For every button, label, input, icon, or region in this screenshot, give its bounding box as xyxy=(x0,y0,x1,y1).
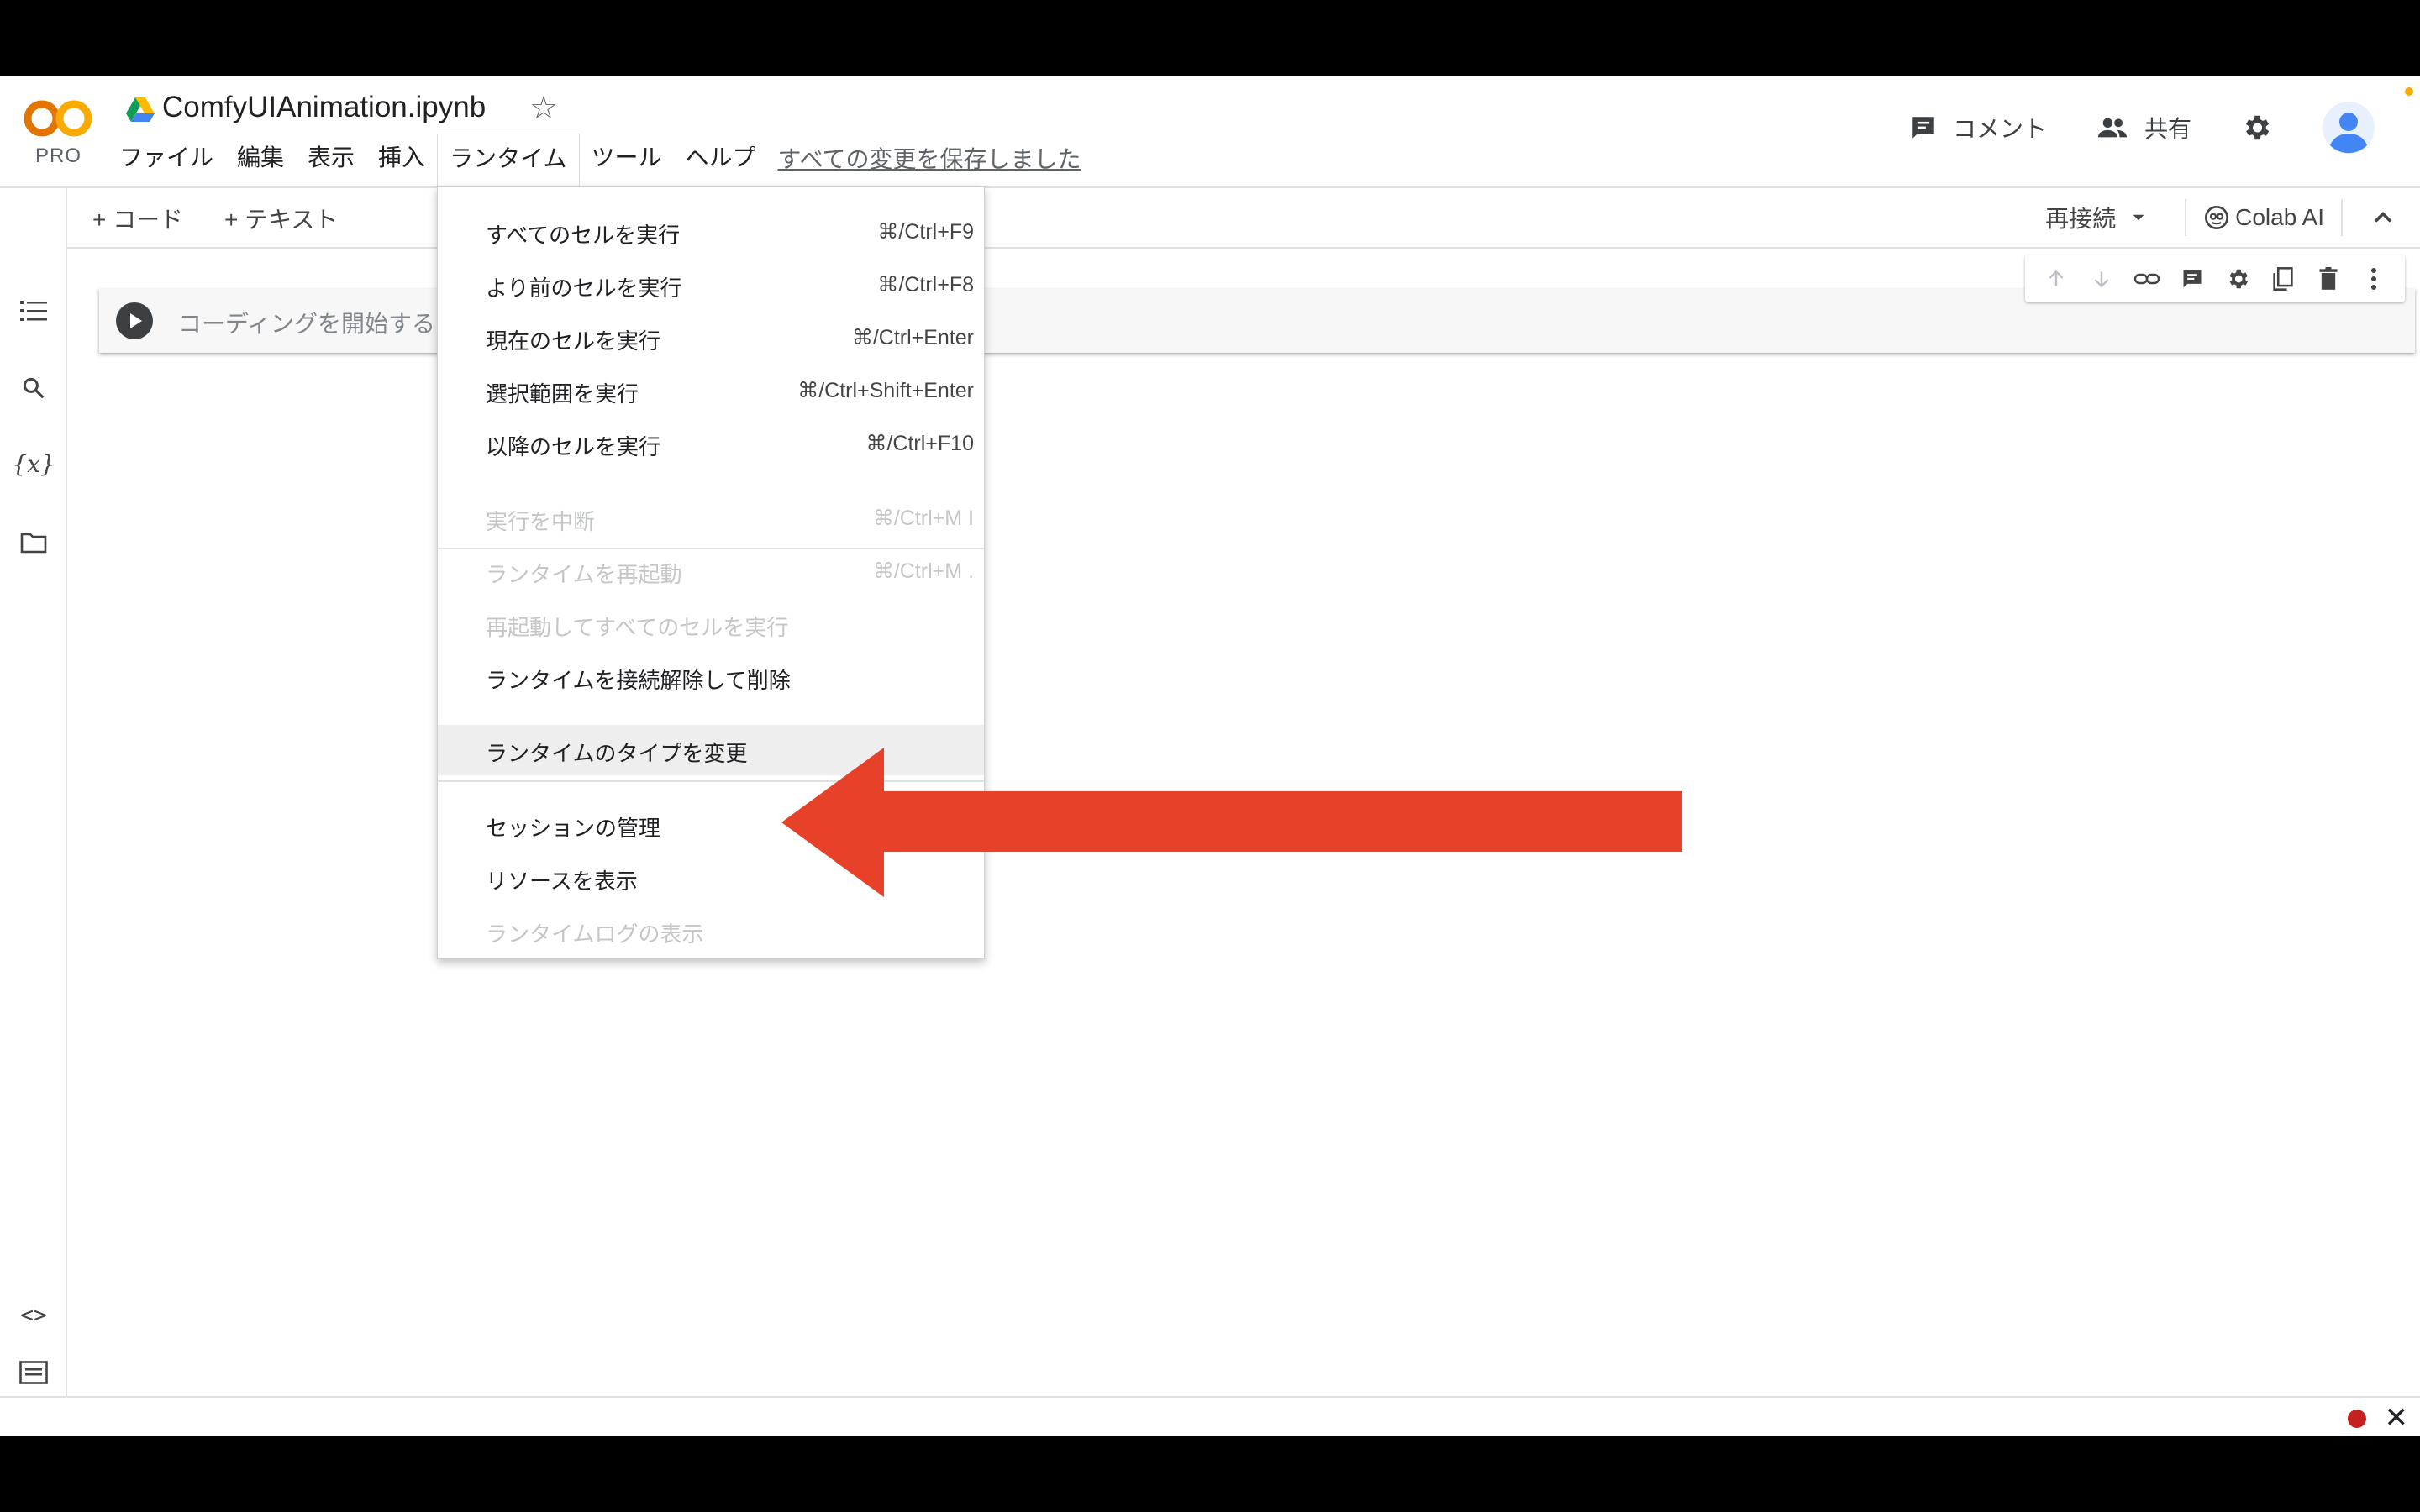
bottom-status-bar: ✕ xyxy=(0,1396,2420,1436)
menu-view[interactable]: 表示 xyxy=(296,136,366,180)
menu-item-label: 再起動してすべてのセルを実行 xyxy=(486,615,789,640)
toolbar-divider xyxy=(2185,199,2187,236)
menu-runtime[interactable]: ランタイム xyxy=(437,133,580,186)
code-snippets-icon[interactable]: <> xyxy=(17,1299,50,1332)
menubar: ファイル 編集 表示 挿入 ランタイム ツール ヘルプ すべての変更を保存しまし… xyxy=(108,133,1081,186)
annotation-arrow-icon xyxy=(781,748,1682,897)
menu-insert[interactable]: 挿入 xyxy=(366,136,437,180)
more-vert-icon[interactable] xyxy=(2351,262,2396,296)
run-cell-button[interactable] xyxy=(116,302,153,339)
menu-item-label: セッションの管理 xyxy=(486,816,661,841)
play-icon xyxy=(130,313,142,328)
menu-file[interactable]: ファイル xyxy=(108,136,225,180)
colab-window: PRO ComfyUIAnimation.ipynb ☆ ファイル 編集 表示 … xyxy=(0,76,2420,1436)
settings-button[interactable] xyxy=(2240,112,2287,144)
link-icon[interactable] xyxy=(2124,262,2170,296)
menu-item-shortcut: ⌘/Ctrl+F8 xyxy=(877,273,974,297)
menu-item-label: ランタイムを再起動 xyxy=(486,562,682,587)
menu-item-label: 以降のセルを実行 xyxy=(486,434,661,459)
folder-icon[interactable] xyxy=(17,526,50,559)
menu-item-label: 実行を中断 xyxy=(486,509,596,534)
google-drive-icon[interactable] xyxy=(126,97,155,123)
close-icon[interactable]: ✕ xyxy=(2385,1401,2409,1435)
menu-tools[interactable]: ツール xyxy=(580,136,674,180)
table-of-contents-icon[interactable] xyxy=(17,294,50,328)
move-down-icon[interactable] xyxy=(2079,262,2124,296)
colab-ai-button[interactable]: Colab AI xyxy=(2203,204,2324,231)
pro-badge: PRO xyxy=(35,144,82,167)
chevron-up-icon[interactable] xyxy=(2368,202,2398,233)
menu-item-label: ランタイムログの表示 xyxy=(486,921,704,947)
delete-icon[interactable] xyxy=(2306,262,2351,296)
cell-settings-icon[interactable] xyxy=(2215,262,2260,296)
menu-item-run-current[interactable]: 現在のセルを実行 ⌘/Ctrl+Enter xyxy=(438,312,984,363)
add-code-button[interactable]: + コード xyxy=(92,202,183,235)
header-actions: コメント 共有 xyxy=(1909,102,2420,154)
menu-item-restart[interactable]: ランタイムを再起動 ⌘/Ctrl+M . xyxy=(438,546,984,596)
menu-item-label: より前のセルを実行 xyxy=(486,276,682,301)
menu-item-run-all[interactable]: すべてのセルを実行 ⌘/Ctrl+F9 xyxy=(438,207,984,257)
comment-icon xyxy=(1912,117,1934,139)
save-status-link[interactable]: すべての変更を保存しました xyxy=(778,141,1081,175)
mirror-cell-icon[interactable] xyxy=(2260,262,2306,296)
menu-item-shortcut: ⌘/Ctrl+M I xyxy=(872,507,974,530)
menu-item-view-runtime-logs[interactable]: ランタイムログの表示 xyxy=(438,906,984,956)
menu-item-run-after[interactable]: 以降のセルを実行 ⌘/Ctrl+F10 xyxy=(438,418,984,469)
menu-item-shortcut: ⌘/Ctrl+Enter xyxy=(851,326,974,349)
menu-item-restart-run-all[interactable]: 再起動してすべてのセルを実行 xyxy=(438,599,984,649)
left-sidebar: {x} <> xyxy=(0,188,67,1436)
chevron-down-icon[interactable] xyxy=(2128,207,2149,228)
search-icon[interactable] xyxy=(17,371,50,405)
colab-ai-icon xyxy=(2205,206,2229,229)
notebook-title[interactable]: ComfyUIAnimation.ipynb xyxy=(162,91,486,124)
colab-logo[interactable]: PRO xyxy=(24,96,94,173)
share-label: 共有 xyxy=(2144,116,2191,142)
menu-help[interactable]: ヘルプ xyxy=(674,136,768,180)
menu-item-label: 選択範囲を実行 xyxy=(486,381,639,407)
cell-placeholder: コーディングを開始する xyxy=(178,311,436,337)
user-avatar-icon xyxy=(2323,102,2375,154)
menu-item-shortcut: ⌘/Ctrl+Shift+Enter xyxy=(797,379,974,402)
recording-indicator-icon xyxy=(2348,1410,2366,1428)
gear-icon xyxy=(2245,115,2270,140)
share-button[interactable]: 共有 xyxy=(2096,111,2191,144)
menu-item-label: すべてのセルを実行 xyxy=(486,223,681,248)
add-text-button[interactable]: + テキスト xyxy=(224,202,338,235)
menu-item-shortcut: ⌘/Ctrl+F9 xyxy=(877,220,974,244)
reconnect-button[interactable]: 再接続 xyxy=(2045,201,2149,234)
toolbar-right: 再接続 Colab AI xyxy=(2045,188,2420,247)
menu-item-label: リソースを表示 xyxy=(486,869,638,894)
menu-item-disconnect-delete[interactable]: ランタイムを接続解除して削除 xyxy=(438,652,984,702)
comment-label: コメント xyxy=(1952,116,2047,142)
cell-toolbar xyxy=(2025,255,2405,302)
variables-icon[interactable]: {x} xyxy=(12,447,55,480)
notification-dot xyxy=(2405,87,2413,96)
reconnect-label: 再接続 xyxy=(2045,206,2117,232)
toolbar-divider-2 xyxy=(2341,199,2343,236)
menu-item-label: 現在のセルを実行 xyxy=(486,328,661,354)
menu-item-label: ランタイムを接続解除して削除 xyxy=(486,668,791,693)
star-icon[interactable]: ☆ xyxy=(529,89,558,127)
people-icon xyxy=(2097,118,2127,138)
command-palette-icon[interactable] xyxy=(17,1356,50,1389)
menu-item-run-selection[interactable]: 選択範囲を実行 ⌘/Ctrl+Shift+Enter xyxy=(438,365,984,416)
colab-co-logo-icon xyxy=(24,100,92,137)
menu-item-run-before[interactable]: より前のセルを実行 ⌘/Ctrl+F8 xyxy=(438,260,984,310)
move-up-icon[interactable] xyxy=(2033,262,2079,296)
menu-item-shortcut: ⌘/Ctrl+F10 xyxy=(865,432,974,455)
menu-item-interrupt[interactable]: 実行を中断 ⌘/Ctrl+M I xyxy=(438,493,984,543)
account-avatar[interactable] xyxy=(2323,102,2375,154)
notebook-toolbar: + コード + テキスト 再接続 Colab AI xyxy=(67,188,2420,249)
menu-item-shortcut: ⌘/Ctrl+M . xyxy=(872,559,974,583)
comment-button[interactable]: コメント xyxy=(1909,111,2047,144)
cell-comment-icon[interactable] xyxy=(2170,262,2215,296)
colab-ai-label: Colab AI xyxy=(2235,204,2324,230)
menu-edit[interactable]: 編集 xyxy=(225,136,296,180)
menu-item-label: ランタイムのタイプを変更 xyxy=(486,741,748,766)
